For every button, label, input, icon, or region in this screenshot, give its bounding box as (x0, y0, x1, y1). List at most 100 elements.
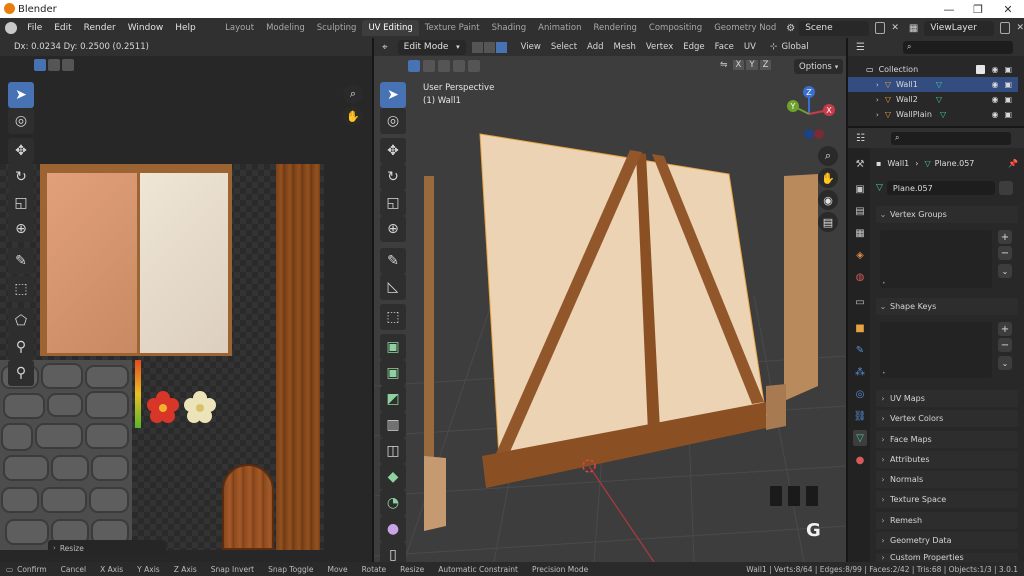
render-tab-icon[interactable]: ▣ (853, 181, 867, 197)
blender-menu-icon[interactable] (5, 22, 18, 34)
menu-help[interactable]: Help (169, 23, 202, 33)
tool-rotate[interactable]: ↻ (8, 164, 34, 190)
section-uv-maps[interactable]: › UV Maps (876, 390, 1018, 407)
viewport-zoom-icon[interactable]: ⌕ (818, 146, 838, 166)
tool-extrude[interactable]: ▣ (380, 334, 406, 360)
scene-copy-icon[interactable] (874, 22, 886, 34)
tab-texture-paint[interactable]: Texture Paint (419, 20, 486, 36)
camera-icon[interactable]: ▣ (1004, 110, 1012, 119)
tool-scale-3d[interactable]: ◱ (380, 190, 406, 216)
edge-select-mode-icon[interactable] (483, 41, 495, 53)
section-vertex-groups[interactable]: ⌄ Vertex Groups (876, 206, 1018, 223)
particles-tab-icon[interactable]: ⁂ (853, 364, 867, 380)
scene-selector[interactable]: Scene (799, 20, 869, 36)
remove-vertex-group-button[interactable]: − (998, 246, 1012, 260)
remove-shape-key-button[interactable]: − (998, 338, 1012, 352)
scene-icon[interactable]: ⚙ (786, 23, 795, 34)
outliner-editor-icon[interactable]: ☰ (856, 42, 865, 53)
maximize-button[interactable]: ❐ (963, 0, 993, 18)
uv-texture-image[interactable] (0, 164, 324, 550)
vertex-group-specials-button[interactable]: ⌄ (998, 264, 1012, 278)
uv-edge-select-icon[interactable] (48, 59, 60, 71)
section-texture-space[interactable]: › Texture Space (876, 491, 1018, 508)
minimize-button[interactable]: — (934, 0, 964, 18)
menu-view[interactable]: View (521, 42, 541, 52)
3d-viewport[interactable]: ⌖ Edit Mode ▾ View Select Add Mesh Vertex… (374, 38, 846, 562)
menu-mesh[interactable]: Mesh (614, 42, 636, 52)
menu-edge[interactable]: Edge (683, 42, 704, 52)
eye-icon[interactable]: ◉ (991, 110, 998, 119)
tab-shading[interactable]: Shading (486, 20, 533, 36)
tool-transform-3d[interactable]: ⊕ (380, 216, 406, 242)
menu-window[interactable]: Window (122, 23, 170, 33)
section-geometry-data[interactable]: › Geometry Data (876, 532, 1018, 549)
view-layer-tab-icon[interactable]: ▦ (853, 225, 867, 241)
view-layer-close-icon[interactable]: ✕ (1016, 23, 1024, 33)
camera-icon[interactable]: ▣ (1004, 65, 1012, 74)
modifier-tab-icon[interactable]: ✎ (853, 342, 867, 358)
tool-cursor[interactable]: ◎ (8, 108, 34, 134)
eye-icon[interactable]: ◉ (991, 65, 998, 74)
list-resize-grip-icon[interactable]: • (882, 280, 886, 287)
menu-edit[interactable]: Edit (48, 23, 77, 33)
menu-file[interactable]: File (21, 23, 48, 33)
vertex-groups-list[interactable] (880, 230, 992, 288)
output-tab-icon[interactable]: ▤ (853, 203, 867, 219)
eye-icon[interactable]: ◉ (991, 80, 998, 89)
viewport-pan-icon[interactable]: ✋ (818, 168, 838, 188)
tool-3d-cursor[interactable]: ◎ (380, 108, 406, 134)
tool-move[interactable]: ✥ (8, 138, 34, 164)
menu-vertex[interactable]: Vertex (646, 42, 673, 52)
tool-add-cube[interactable]: ⬚ (380, 304, 406, 330)
tool-tab-icon[interactable]: ⚒ (853, 156, 867, 172)
vertex-select-mode-icon[interactable] (471, 41, 483, 53)
tool-loop-cut[interactable]: ▥ (380, 412, 406, 438)
menu-select[interactable]: Select (551, 42, 577, 52)
editor-type-icon[interactable]: ⌖ (382, 42, 388, 53)
uv-face-select-icon[interactable] (62, 59, 74, 71)
add-vertex-group-button[interactable]: + (998, 230, 1012, 244)
camera-view-icon[interactable]: ◉ (818, 190, 838, 210)
tool-rip[interactable]: ⬚ (8, 276, 34, 302)
camera-icon[interactable]: ▣ (1004, 95, 1012, 104)
properties-editor-icon[interactable]: ☷ (856, 133, 865, 144)
tool-bevel[interactable]: ◩ (380, 386, 406, 412)
fake-user-icon[interactable] (998, 181, 1013, 195)
material-tab-icon[interactable]: ● (853, 452, 867, 468)
properties-search-field[interactable]: ⌕ (890, 131, 1011, 145)
world-tab-icon[interactable]: ◍ (853, 269, 867, 285)
section-face-maps[interactable]: › Face Maps (876, 431, 1018, 448)
perspective-toggle-icon[interactable]: ▤ (818, 212, 838, 232)
tab-uv-editing[interactable]: UV Editing (362, 20, 419, 36)
tool-pinch[interactable]: ⚲ (8, 360, 34, 386)
face-select-mode-icon[interactable] (495, 41, 507, 53)
resize-operator-panel[interactable]: › Resize (48, 540, 166, 556)
tool-grab[interactable]: ⬠ (8, 308, 34, 334)
close-button[interactable]: ✕ (993, 0, 1023, 18)
scene-tab-icon[interactable]: ◈ (853, 247, 867, 263)
physics-tab-icon[interactable]: ◎ (853, 386, 867, 402)
menu-face[interactable]: Face (715, 42, 734, 52)
tool-annotate[interactable]: ✎ (8, 248, 34, 274)
outliner-collection-row[interactable]: ▭ Collection ◉ ▣ (848, 62, 1018, 77)
outliner-item-wall2[interactable]: › ▽ Wall2 ▽ ◉ ▣ (848, 92, 1018, 107)
tool-transform[interactable]: ⊕ (8, 216, 34, 242)
mode-selector[interactable]: Edit Mode ▾ (397, 39, 466, 55)
tool-select-box[interactable]: ➤ (380, 82, 406, 108)
mesh-name-field[interactable]: Plane.057 (886, 181, 995, 195)
scene-close-icon[interactable]: ✕ (891, 23, 899, 33)
pin-icon[interactable]: 📌 (1008, 159, 1018, 168)
mesh-browse-icon[interactable]: ▽ (876, 183, 883, 193)
section-vertex-colors[interactable]: › Vertex Colors (876, 410, 1018, 427)
section-attributes[interactable]: › Attributes (876, 451, 1018, 468)
navigation-gizmo[interactable]: Z X Y (779, 84, 839, 144)
view-layer-selector[interactable]: ViewLayer (924, 20, 994, 36)
mesh-data-tab-icon[interactable]: ▽ (853, 430, 867, 446)
tool-measure[interactable]: ◺ (380, 274, 406, 300)
section-custom-properties[interactable]: › Custom Properties (876, 553, 1018, 562)
tool-move-3d[interactable]: ✥ (380, 138, 406, 164)
constraints-tab-icon[interactable]: ⛓ (853, 408, 867, 424)
tool-shear[interactable]: ▯ (380, 542, 406, 562)
shape-key-specials-button[interactable]: ⌄ (998, 356, 1012, 370)
tab-animation[interactable]: Animation (532, 20, 587, 36)
